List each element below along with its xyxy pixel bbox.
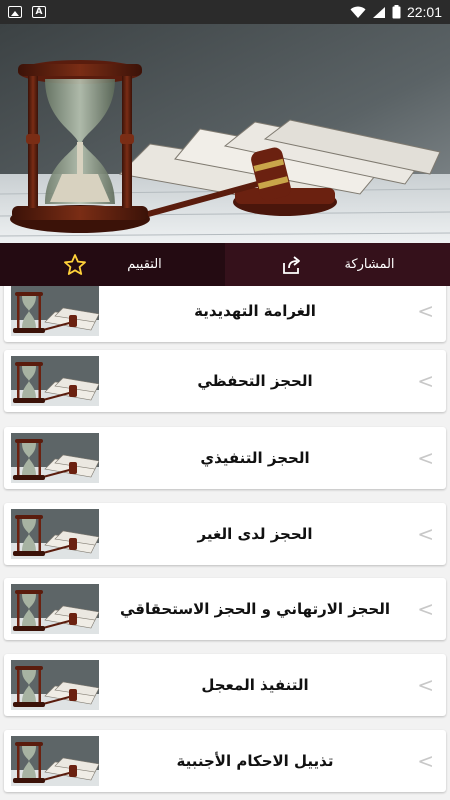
list-item-title: التنفيذ المعجل bbox=[201, 676, 309, 694]
chevron-left-icon: < bbox=[417, 446, 434, 470]
list-item[interactable]: الحجز لدى الغير < bbox=[4, 503, 446, 565]
list-item[interactable]: الحجز الارتهاني و الحجز الاستحقاقي < bbox=[4, 578, 446, 640]
list-item-title: تذييل الاحكام الأجنبية bbox=[176, 752, 334, 770]
share-icon bbox=[283, 255, 301, 274]
hourglass-thumbnail-icon bbox=[11, 509, 99, 559]
hero-image bbox=[0, 24, 450, 243]
topics-list: الغرامة التهديدية < الحجز التحفظي < الحج… bbox=[0, 286, 450, 800]
list-item[interactable]: الغرامة التهديدية < bbox=[4, 286, 446, 342]
list-item[interactable]: التنفيذ المعجل < bbox=[4, 654, 446, 716]
list-item-title: الغرامة التهديدية bbox=[194, 302, 316, 320]
hourglass-thumbnail-icon bbox=[11, 736, 99, 786]
hourglass-thumbnail-icon bbox=[11, 660, 99, 710]
signal-icon bbox=[372, 6, 385, 18]
action-bar: التقييم المشاركة bbox=[0, 243, 450, 286]
share-label: المشاركة bbox=[344, 257, 395, 272]
chevron-left-icon: < bbox=[417, 522, 434, 546]
chevron-left-icon: < bbox=[417, 369, 434, 393]
hourglass-thumbnail-icon bbox=[11, 286, 99, 336]
hourglass-thumbnail-icon bbox=[11, 584, 99, 634]
list-item-title: الحجز التحفظي bbox=[197, 372, 313, 390]
list-item[interactable]: تذييل الاحكام الأجنبية < bbox=[4, 730, 446, 792]
a-notification-icon: A bbox=[32, 6, 46, 18]
list-item[interactable]: الحجز التنفيذي < bbox=[4, 427, 446, 489]
chevron-left-icon: < bbox=[417, 749, 434, 773]
chevron-left-icon: < bbox=[417, 597, 434, 621]
status-time: 22:01 bbox=[406, 4, 442, 20]
chevron-left-icon: < bbox=[417, 299, 434, 323]
image-notification-icon bbox=[8, 6, 22, 18]
hourglass-thumbnail-icon bbox=[11, 356, 99, 406]
share-button[interactable]: المشاركة bbox=[225, 243, 450, 286]
hourglass-thumbnail-icon bbox=[11, 433, 99, 483]
list-item[interactable]: الحجز التحفظي < bbox=[4, 350, 446, 412]
star-icon bbox=[64, 253, 87, 275]
hourglass-gavel-books-icon bbox=[0, 24, 450, 243]
wifi-icon bbox=[350, 6, 366, 18]
list-item-title: الحجز الارتهاني و الحجز الاستحقاقي bbox=[120, 600, 391, 618]
status-bar: A 22:01 bbox=[0, 0, 450, 24]
rating-button[interactable]: التقييم bbox=[0, 243, 225, 286]
list-item-title: الحجز التنفيذي bbox=[200, 449, 310, 467]
chevron-left-icon: < bbox=[417, 673, 434, 697]
list-item-title: الحجز لدى الغير bbox=[197, 525, 313, 543]
battery-icon bbox=[392, 5, 401, 19]
rating-label: التقييم bbox=[127, 257, 162, 272]
